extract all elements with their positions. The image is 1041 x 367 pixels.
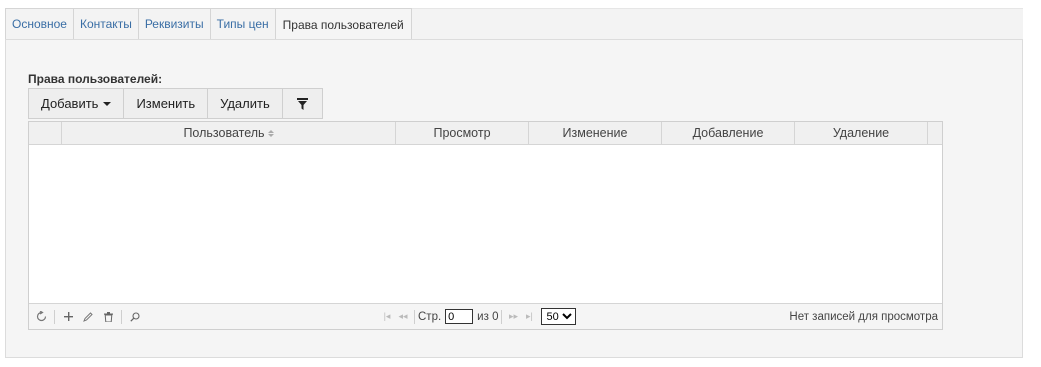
tab-price-types[interactable]: Типы цен bbox=[209, 8, 275, 40]
records-info: Нет записей для просмотра bbox=[789, 310, 938, 323]
caret-down-icon bbox=[103, 101, 112, 106]
pencil-icon[interactable] bbox=[78, 307, 98, 327]
filter-icon bbox=[296, 97, 308, 110]
search-icon[interactable] bbox=[125, 307, 145, 327]
column-header-view-label: Просмотр bbox=[433, 126, 491, 140]
page-label: Стр. bbox=[418, 310, 442, 323]
column-header-delete-label: Удаление bbox=[832, 126, 890, 140]
footer-separator bbox=[414, 309, 415, 324]
filter-button[interactable] bbox=[282, 89, 322, 118]
page-number-input[interactable] bbox=[445, 309, 474, 324]
footer-separator bbox=[121, 309, 122, 324]
column-header-edit[interactable]: Изменение bbox=[529, 122, 662, 144]
tab-contacts[interactable]: Контакты bbox=[72, 8, 138, 40]
grid-toolbar: Добавить Изменить Удалить bbox=[28, 88, 323, 119]
last-page-icon[interactable]: ▸| bbox=[521, 311, 537, 322]
column-header-add-label: Добавление bbox=[692, 126, 764, 140]
footer-separator bbox=[501, 309, 503, 324]
tab-user-rights[interactable]: Права пользователей bbox=[274, 8, 412, 41]
grid-header: Пользователь Просмотр Изменение Добавлен… bbox=[29, 122, 942, 145]
page-count-label: из 0 bbox=[477, 310, 499, 323]
prev-page-icon[interactable]: ◂◂ bbox=[395, 311, 411, 322]
column-header-user[interactable]: Пользователь bbox=[62, 122, 396, 144]
add-button[interactable]: Добавить bbox=[29, 89, 125, 118]
add-button-label: Добавить bbox=[41, 96, 99, 111]
row-number-header bbox=[29, 122, 62, 144]
plus-icon[interactable] bbox=[58, 307, 78, 327]
section-title: Права пользователей: bbox=[28, 72, 163, 86]
column-header-delete[interactable]: Удаление bbox=[795, 122, 928, 144]
user-rights-grid: Пользователь Просмотр Изменение Добавлен… bbox=[28, 121, 943, 330]
column-header-user-label: Пользователь bbox=[183, 126, 265, 140]
tab-bar: Основное Контакты Реквизиты Типы цен Пра… bbox=[5, 8, 412, 41]
sort-icon bbox=[267, 129, 274, 137]
edit-button-label: Изменить bbox=[136, 96, 196, 111]
grid-footer: |◂ ◂◂ Стр. из 0 ▸▸ ▸| 50 Нет записей для… bbox=[29, 303, 942, 329]
footer-separator bbox=[54, 309, 55, 324]
tab-requisites[interactable]: Реквизиты bbox=[137, 8, 210, 40]
next-page-icon[interactable]: ▸▸ bbox=[505, 311, 521, 322]
tab-main[interactable]: Основное bbox=[5, 8, 73, 40]
column-header-add[interactable]: Добавление bbox=[662, 122, 795, 144]
edit-button[interactable]: Изменить bbox=[124, 89, 209, 118]
column-header-view[interactable]: Просмотр bbox=[396, 122, 529, 144]
trash-icon[interactable] bbox=[98, 307, 118, 327]
refresh-icon[interactable] bbox=[31, 307, 51, 327]
delete-button-label: Удалить bbox=[220, 96, 270, 111]
page-size-select[interactable]: 50 bbox=[541, 308, 577, 325]
column-header-edit-label: Изменение bbox=[562, 126, 628, 140]
pager: |◂ ◂◂ Стр. из 0 ▸▸ ▸| 50 bbox=[379, 304, 577, 329]
delete-button[interactable]: Удалить bbox=[208, 89, 283, 118]
first-page-icon[interactable]: |◂ bbox=[379, 311, 395, 322]
